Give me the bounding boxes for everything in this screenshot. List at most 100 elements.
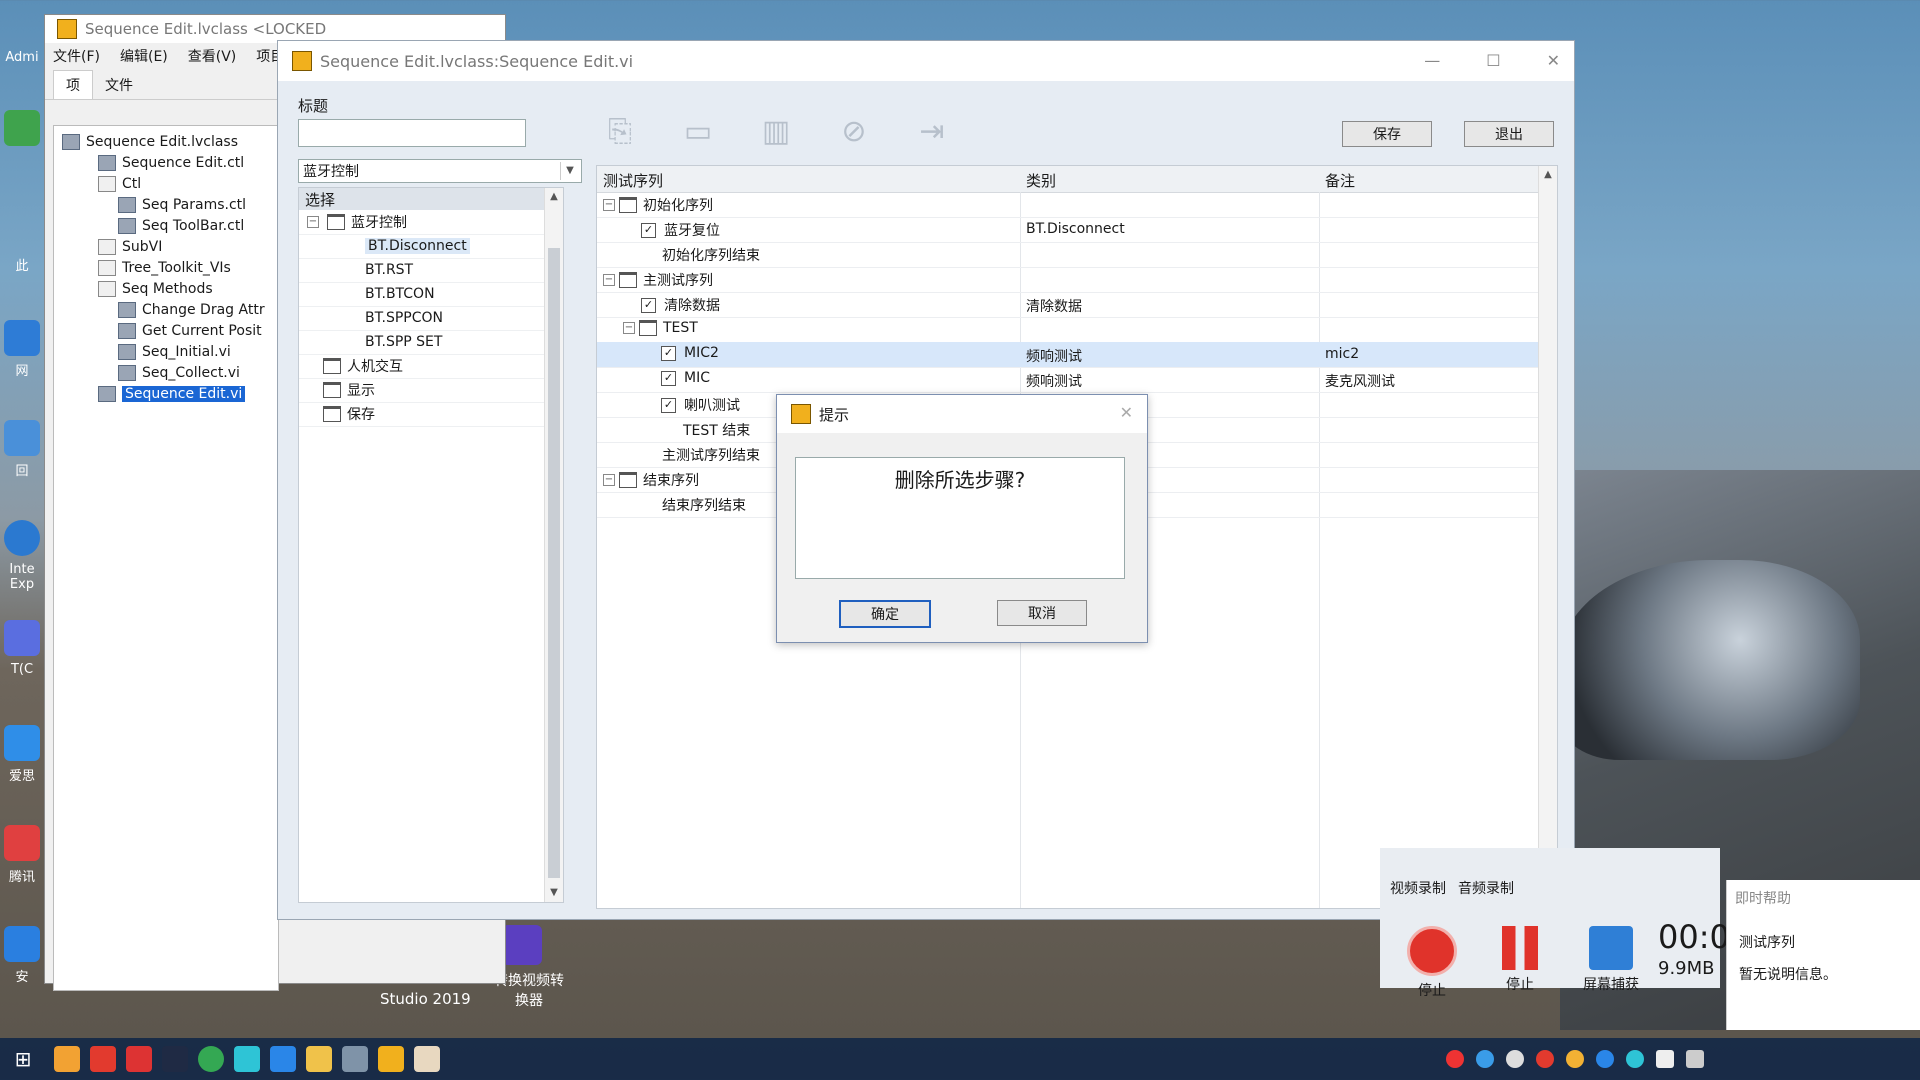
exit-button[interactable]: 退出 xyxy=(1464,121,1554,147)
tree-item-selected[interactable]: Sequence Edit.vi xyxy=(98,384,246,404)
player-icon[interactable] xyxy=(234,1046,260,1072)
desktop-icon-app[interactable] xyxy=(4,110,40,146)
netease-icon[interactable] xyxy=(90,1046,116,1072)
header-note[interactable]: 备注 xyxy=(1325,170,1355,191)
tim-icon[interactable] xyxy=(4,620,40,656)
header-category[interactable]: 类别 xyxy=(1026,170,1056,191)
library-item[interactable]: BT.SPPCON xyxy=(299,306,563,331)
app-icon[interactable] xyxy=(54,1046,80,1072)
close-icon[interactable]: ✕ xyxy=(1547,51,1560,70)
delete-icon[interactable]: ▥ xyxy=(758,113,794,151)
sequence-row[interactable]: ✓ 清除数据 清除数据 xyxy=(597,292,1539,318)
menu-edit[interactable]: 编辑(E) xyxy=(120,46,168,66)
tab-files[interactable]: 文件 xyxy=(93,71,145,99)
tab-audio-record[interactable]: 音频录制 xyxy=(1458,878,1514,908)
dialog-titlebar[interactable]: 提示 ✕ xyxy=(777,395,1147,433)
tab-video-record[interactable]: 视频录制 xyxy=(1390,878,1446,908)
tree-item[interactable]: Seq Params.ctl xyxy=(118,195,246,215)
battery-tray-icon[interactable] xyxy=(1686,1050,1704,1068)
ok-button[interactable]: 确定 xyxy=(839,600,931,628)
title-input[interactable] xyxy=(298,119,526,147)
grid-scrollbar[interactable]: ▲ ▼ xyxy=(1538,166,1557,908)
library-folder[interactable]: 显示 xyxy=(299,378,563,403)
project-tree[interactable]: Sequence Edit.lvclass Sequence Edit.ctl … xyxy=(53,125,279,991)
sequence-row[interactable]: − 主测试序列 xyxy=(597,267,1539,293)
library-folder[interactable]: − 蓝牙控制 xyxy=(299,210,563,235)
sequence-row[interactable]: − 初始化序列 xyxy=(597,192,1539,218)
tencent-icon[interactable] xyxy=(4,825,40,861)
main-window-titlebar[interactable]: Sequence Edit.lvclass:Sequence Edit.vi —… xyxy=(278,41,1574,81)
checkbox[interactable]: ✓ xyxy=(641,222,656,238)
tim-tray-icon[interactable] xyxy=(1596,1050,1614,1068)
doc-taskbar-icon[interactable] xyxy=(414,1046,440,1072)
chrome-icon[interactable] xyxy=(198,1046,224,1072)
tab-items[interactable]: 项 xyxy=(53,70,93,99)
tree-item[interactable]: Seq ToolBar.ctl xyxy=(118,216,244,236)
library-scrollbar[interactable]: ▲ ▼ xyxy=(544,188,563,902)
checkbox[interactable]: ✓ xyxy=(641,297,656,313)
maximize-icon[interactable]: ☐ xyxy=(1486,51,1500,70)
sequence-row-selected[interactable]: ✓ MIC2 频响测试 mic2 xyxy=(597,342,1539,368)
scroll-up-icon[interactable]: ▲ xyxy=(545,188,563,206)
minimize-icon[interactable]: — xyxy=(1424,51,1440,70)
tree-item[interactable]: Seq_Initial.vi xyxy=(118,342,231,362)
tree-item[interactable]: Sequence Edit.lvclass xyxy=(62,132,238,152)
tree-item[interactable]: Ctl xyxy=(98,174,141,194)
explorer-icon[interactable] xyxy=(306,1046,332,1072)
new-folder-icon[interactable]: ▭ xyxy=(680,113,716,151)
screen-recorder-widget[interactable]: 视频录制 音频录制 停止 停止 屏幕捕获 00:0 9.9MB xyxy=(1380,848,1730,999)
checkbox[interactable]: ✓ xyxy=(661,397,676,413)
collapse-icon[interactable]: − xyxy=(623,322,635,334)
security-icon[interactable] xyxy=(4,926,40,962)
network-icon[interactable] xyxy=(4,320,40,356)
library-item[interactable]: BT.SPP SET xyxy=(299,330,563,355)
export-icon[interactable]: ⇥ xyxy=(914,113,950,151)
header-sequence[interactable]: 测试序列 xyxy=(603,170,663,191)
netease-tray-icon[interactable] xyxy=(1536,1050,1554,1068)
collapse-icon[interactable]: − xyxy=(603,474,615,486)
tree-item[interactable]: Tree_Toolkit_VIs xyxy=(98,258,231,278)
sequence-row[interactable]: ✓ MIC 频响测试 麦克风测试 xyxy=(597,367,1539,393)
labview-taskbar-icon[interactable] xyxy=(378,1046,404,1072)
library-item[interactable]: BT.RST xyxy=(299,258,563,283)
collapse-icon[interactable]: − xyxy=(603,274,615,286)
save-button[interactable]: 保存 xyxy=(1342,121,1432,147)
close-icon[interactable]: ✕ xyxy=(1120,403,1133,422)
scroll-up-icon[interactable]: ▲ xyxy=(1539,166,1557,184)
windows-start-icon[interactable]: ⊞ xyxy=(10,1046,36,1072)
sequence-row[interactable]: ✓ 蓝牙复位 BT.Disconnect xyxy=(597,217,1539,243)
checkbox[interactable]: ✓ xyxy=(661,345,676,361)
cloud-tray-icon[interactable] xyxy=(1476,1050,1494,1068)
collapse-icon[interactable]: − xyxy=(307,216,319,228)
video-converter-icon[interactable] xyxy=(502,925,542,965)
tree-item[interactable]: Seq Methods xyxy=(98,279,213,299)
display-tray-icon[interactable] xyxy=(1656,1050,1674,1068)
scroll-down-icon[interactable]: ▼ xyxy=(545,884,563,902)
stop-button[interactable]: 停止 xyxy=(1402,926,1462,1000)
confirm-dialog[interactable]: 提示 ✕ 删除所选步骤? 确定 取消 xyxy=(776,394,1148,643)
new-step-icon[interactable]: ⎘ xyxy=(602,113,638,151)
pause-button[interactable]: 停止 xyxy=(1490,926,1550,994)
tree-item[interactable]: SubVI xyxy=(98,237,162,257)
menu-view[interactable]: 查看(V) xyxy=(188,46,237,66)
chevron-down-icon[interactable]: ▼ xyxy=(560,162,579,180)
scrollbar-thumb[interactable] xyxy=(548,248,560,878)
record-tray-icon[interactable] xyxy=(1446,1050,1464,1068)
tree-item[interactable]: Seq_Collect.vi xyxy=(118,363,240,383)
project-window-titlebar[interactable]: Sequence Edit.lvclass <LOCKED xyxy=(45,15,505,43)
recycle-icon[interactable] xyxy=(4,420,40,456)
sequence-row[interactable]: − TEST xyxy=(597,317,1539,343)
library-folder[interactable]: 人机交互 xyxy=(299,354,563,379)
sequence-row[interactable]: 初始化序列结束 xyxy=(597,242,1539,268)
collapse-icon[interactable]: − xyxy=(603,199,615,211)
tim-taskbar-icon[interactable] xyxy=(270,1046,296,1072)
category-select[interactable]: 蓝牙控制 ▼ xyxy=(298,159,582,183)
library-folder[interactable]: 保存 xyxy=(299,402,563,427)
ie-icon[interactable] xyxy=(4,520,40,556)
tree-item[interactable]: Sequence Edit.ctl xyxy=(98,153,244,173)
youdao-icon[interactable] xyxy=(126,1046,152,1072)
audition-icon[interactable] xyxy=(162,1046,188,1072)
checkbox[interactable]: ✓ xyxy=(661,370,676,386)
screen-capture-button[interactable]: 屏幕捕获 xyxy=(1576,926,1646,994)
disable-icon[interactable]: ⊘ xyxy=(836,113,872,151)
